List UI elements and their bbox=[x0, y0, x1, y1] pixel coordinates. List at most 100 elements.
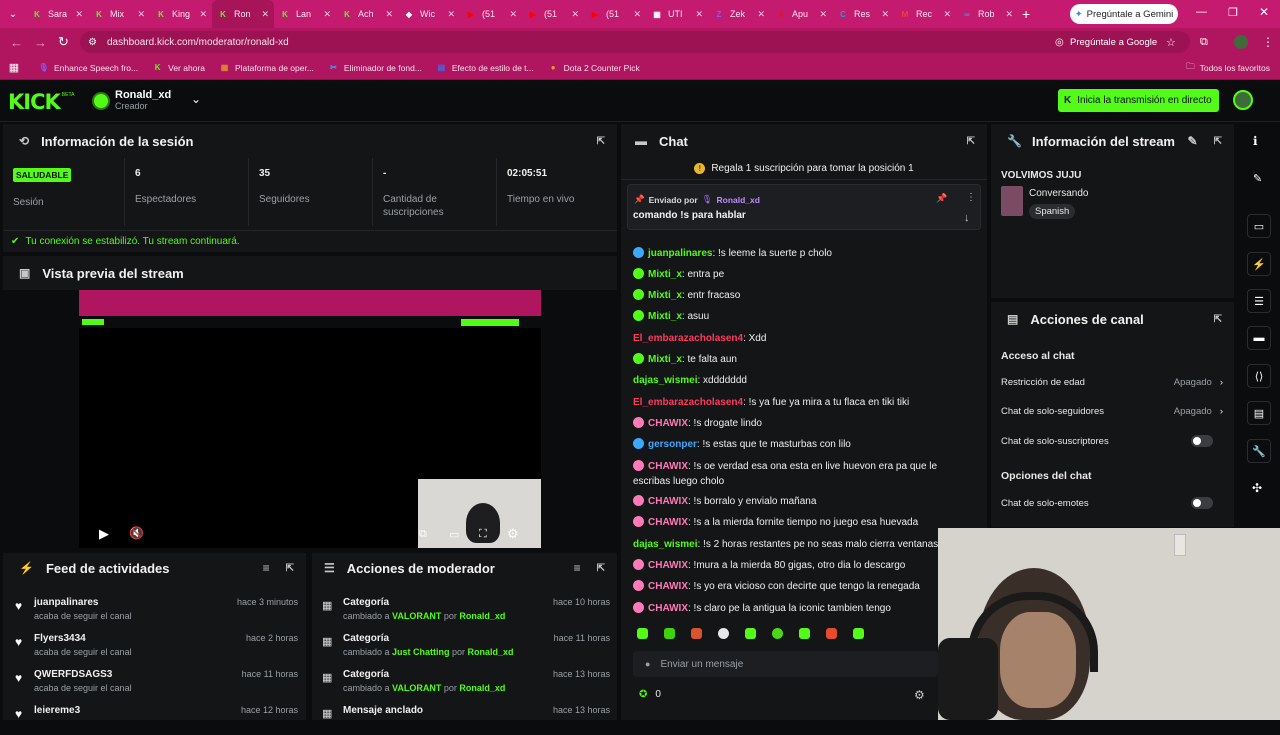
tab-close-icon[interactable]: ✕ bbox=[509, 9, 517, 20]
tab-close-icon[interactable]: ✕ bbox=[1005, 9, 1013, 20]
tab-search-icon[interactable]: ⌄ bbox=[0, 9, 26, 20]
emote-icon[interactable] bbox=[637, 628, 648, 639]
chat-message[interactable]: CHAWIX: !s a la mierda fornite tiempo no… bbox=[633, 516, 918, 529]
chat-username[interactable]: CHAWIX bbox=[648, 603, 688, 614]
chat-message[interactable]: CHAWIX: !s drogate lindo bbox=[633, 417, 762, 430]
gemini-button[interactable]: ✦ Pregúntale a Gemini bbox=[1070, 4, 1178, 24]
browser-tab[interactable]: K King ✕ bbox=[150, 0, 212, 28]
theater-icon[interactable]: ▭ bbox=[449, 528, 459, 541]
browser-tab[interactable]: ▦ UTI ✕ bbox=[646, 0, 708, 28]
chat-message[interactable]: escribas luego cholo bbox=[633, 475, 724, 488]
sidebar-wrench-icon[interactable]: 🔧 bbox=[1247, 439, 1271, 463]
tab-close-icon[interactable]: ✕ bbox=[447, 9, 455, 20]
chat-message[interactable]: CHAWIX: !s yo era vicioso con decirte qu… bbox=[633, 580, 920, 593]
channel-points[interactable]: ✪ 0 bbox=[639, 689, 661, 700]
tab-close-icon[interactable]: ✕ bbox=[137, 9, 145, 20]
extensions-icon[interactable]: ⧉ bbox=[1200, 36, 1208, 49]
mute-icon[interactable]: 🔇 bbox=[129, 526, 144, 540]
browser-tab[interactable]: K Lan ✕ bbox=[274, 0, 336, 28]
gift-banner[interactable]: ! Regala 1 suscripción para tomar la pos… bbox=[621, 158, 987, 180]
chat-message[interactable]: CHAWIX: !s borralo y envialo mañana bbox=[633, 495, 816, 508]
chat-username[interactable]: Mixti_x bbox=[648, 290, 682, 301]
popout-icon[interactable]: ⇱ bbox=[597, 136, 605, 147]
chat-message[interactable]: El_embarazacholasen4: Xdd bbox=[633, 332, 766, 345]
new-tab-icon[interactable]: + bbox=[1022, 6, 1030, 22]
pinned-menu-icon[interactable]: ⋮ bbox=[966, 192, 976, 203]
bookmark-item[interactable]: ▤ Efecto de estilo de t... bbox=[436, 62, 534, 73]
back-icon[interactable]: ← bbox=[10, 35, 23, 50]
ask-google-button[interactable]: Pregúntale a Google bbox=[1070, 37, 1157, 48]
chat-username[interactable]: Mixti_x bbox=[648, 269, 682, 280]
bookmark-star-icon[interactable]: ☆ bbox=[1166, 36, 1176, 49]
tab-close-icon[interactable]: ✕ bbox=[571, 9, 579, 20]
stream-info-popout-icon[interactable]: ⇱ bbox=[1214, 136, 1222, 147]
browser-tab[interactable]: C Res ✕ bbox=[832, 0, 894, 28]
browser-tab[interactable]: M Rec ✕ bbox=[894, 0, 956, 28]
chat-message[interactable]: dajas_wismei: !s 2 horas restantes pe no… bbox=[633, 538, 938, 551]
chat-message[interactable]: CHAWIX: !mura a la mierda 80 gigas, otro… bbox=[633, 559, 905, 572]
tab-close-icon[interactable]: ✕ bbox=[757, 9, 765, 20]
unpin-icon[interactable]: 📌 bbox=[936, 193, 947, 204]
all-favorites[interactable]: 🗀 Todos los favoritos bbox=[1186, 61, 1270, 75]
sidebar-connect-icon[interactable]: ✣ bbox=[1252, 481, 1262, 495]
tab-close-icon[interactable]: ✕ bbox=[943, 9, 951, 20]
bookmark-item[interactable]: ✂ Eliminador de fond... bbox=[328, 62, 422, 73]
bookmark-item[interactable]: K Ver ahora bbox=[152, 62, 205, 73]
chat-message[interactable]: dajas_wismei: xddddddd bbox=[633, 374, 747, 387]
settings-icon[interactable]: ⚙ bbox=[507, 526, 519, 542]
chat-username[interactable]: Mixti_x bbox=[648, 354, 682, 365]
mod-action-item[interactable]: ▦ Mensaje anclado hace 13 horas bbox=[320, 705, 610, 735]
followers-only-row[interactable]: Chat de solo-seguidores Apagado › bbox=[1001, 406, 1223, 417]
sidebar-panel-icon[interactable]: ▤ bbox=[1247, 401, 1271, 425]
sidebar-list-icon[interactable]: ☰ bbox=[1247, 289, 1271, 313]
site-info-icon[interactable]: ⚙ bbox=[88, 37, 97, 48]
info-icon[interactable]: ℹ bbox=[1253, 134, 1258, 148]
emote-icon[interactable] bbox=[772, 628, 783, 639]
header-avatar[interactable] bbox=[1233, 90, 1253, 110]
chat-username[interactable]: CHAWIX bbox=[648, 461, 688, 472]
forward-icon[interactable]: → bbox=[34, 35, 47, 50]
chat-username[interactable]: dajas_wismei bbox=[633, 375, 697, 386]
sidebar-chat-icon[interactable]: ▬ bbox=[1247, 326, 1271, 350]
mod-action-item[interactable]: ▦ Categoría cambiado a VALORANT por Ronald… bbox=[320, 597, 610, 627]
chat-username[interactable]: gersonper bbox=[648, 439, 697, 450]
age-restriction-row[interactable]: Restricción de edad Apagado › bbox=[1001, 377, 1223, 388]
emote-icon[interactable] bbox=[853, 628, 864, 639]
maximize-icon[interactable]: ❐ bbox=[1228, 6, 1238, 19]
chat-username[interactable]: El_embarazacholasen4 bbox=[633, 397, 743, 408]
mod-popout-icon[interactable]: ⇱ bbox=[597, 563, 605, 574]
apps-grid-icon[interactable]: ▦ bbox=[0, 61, 28, 74]
tab-close-icon[interactable]: ✕ bbox=[819, 9, 827, 20]
channel-actions-popout-icon[interactable]: ⇱ bbox=[1214, 314, 1222, 325]
browser-tab[interactable]: ◆ Wic ✕ bbox=[398, 0, 460, 28]
chat-username[interactable]: CHAWIX bbox=[648, 560, 688, 571]
tab-close-icon[interactable]: ✕ bbox=[881, 9, 889, 20]
feed-item[interactable]: ♥ Flyers3434 acaba de seguir el canal hace … bbox=[13, 633, 298, 663]
emote-icon[interactable] bbox=[745, 628, 756, 639]
tab-close-icon[interactable]: ✕ bbox=[199, 9, 207, 20]
browser-menu-icon[interactable]: ⋮ bbox=[1262, 35, 1274, 49]
tab-close-icon[interactable]: ✕ bbox=[261, 9, 269, 20]
browser-tab[interactable]: K Ach ✕ bbox=[336, 0, 398, 28]
chat-username[interactable]: dajas_wismei bbox=[633, 539, 697, 550]
emote-icon[interactable] bbox=[826, 628, 837, 639]
chat-message[interactable]: Mixti_x: te falta aun bbox=[633, 353, 737, 366]
reload-icon[interactable]: ↻ bbox=[58, 34, 69, 50]
chat-username[interactable]: El_embarazacholasen4 bbox=[633, 333, 743, 344]
user-avatar[interactable] bbox=[92, 92, 110, 110]
browser-tab[interactable]: ▶ (51 ✕ bbox=[584, 0, 646, 28]
video-player[interactable]: ▶ 🔇 ⧉ ▭ ⛶ ⚙ bbox=[79, 290, 541, 548]
chat-username[interactable]: CHAWIX bbox=[648, 418, 688, 429]
close-window-icon[interactable]: ✕ bbox=[1259, 5, 1269, 19]
browser-tab[interactable]: ▶ (51 ✕ bbox=[460, 0, 522, 28]
fullscreen-icon[interactable]: ⛶ bbox=[479, 528, 487, 541]
emote-icon[interactable] bbox=[691, 628, 702, 639]
tab-close-icon[interactable]: ✕ bbox=[323, 9, 331, 20]
sidebar-code-icon[interactable]: ⟨⟩ bbox=[1247, 364, 1271, 388]
mod-action-item[interactable]: ▦ Categoría cambiado a Just Chatting por R… bbox=[320, 633, 610, 663]
browser-tab[interactable]: ∞ Rob ✕ bbox=[956, 0, 1018, 28]
bookmark-item[interactable]: ● Dota 2 Counter Pick bbox=[548, 62, 640, 73]
chat-popout-icon[interactable]: ⇱ bbox=[967, 136, 975, 147]
sidebar-bolt-icon[interactable]: ⚡ bbox=[1247, 252, 1271, 276]
mod-action-item[interactable]: ▦ Categoría cambiado a VALORANT por Ronald… bbox=[320, 669, 610, 699]
